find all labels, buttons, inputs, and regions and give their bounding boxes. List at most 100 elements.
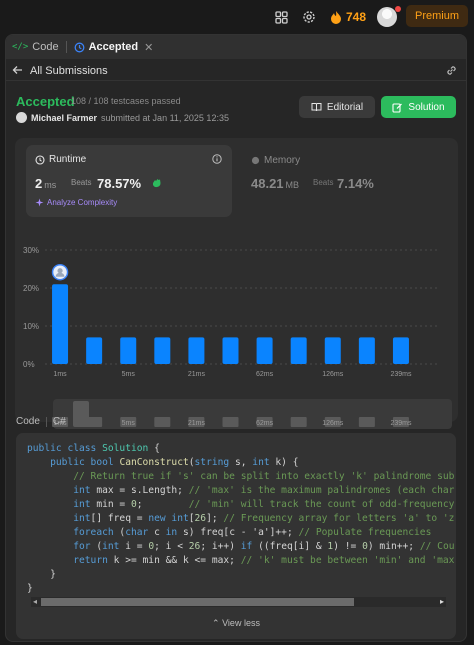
author-avatar — [16, 112, 27, 123]
chart-bar[interactable] — [324, 337, 341, 364]
code-language: C# — [52, 416, 66, 427]
code-line: int min = 0; // 'min' will track the cou… — [73, 499, 455, 510]
code-line: } — [27, 569, 56, 580]
runtime-title: Runtime — [35, 154, 86, 165]
status-accepted: Accepted — [16, 94, 75, 109]
memory-beats-label: Beats — [313, 178, 334, 187]
code-line: public bool CanConstruct(string s, int k… — [50, 457, 299, 468]
runtime-label: Runtime — [49, 154, 87, 165]
code-line: } — [27, 583, 33, 594]
code-line: // Return true if 's' can be split into … — [73, 471, 455, 482]
editorial-label: Editorial — [326, 101, 364, 113]
code-line: return k >= min && k <= max; // 'k' must… — [73, 555, 455, 566]
runtime-value: 2 — [35, 176, 43, 191]
premium-button[interactable]: Premium — [406, 5, 468, 27]
author-row: Michael Farmer submitted at Jan 11, 2025… — [16, 112, 229, 123]
range-tick-label: 62ms — [256, 420, 274, 427]
submission-panel: </> Code Accepted ✕ All Submissions Acce… — [5, 34, 467, 642]
memory-label: Memory — [264, 155, 301, 166]
tab-bar: </> Code Accepted ✕ — [6, 35, 466, 59]
runtime-beats-label: Beats — [71, 178, 92, 187]
code-line: public class Solution { — [27, 443, 160, 454]
y-tick-label: 30% — [23, 246, 39, 255]
code-line: foreach (char c in s) freq[c - 'a']++; /… — [73, 527, 432, 538]
submitted-time: submitted at Jan 11, 2025 12:35 — [101, 112, 229, 123]
code-header-divider — [45, 416, 47, 427]
y-tick-label: 10% — [23, 322, 39, 331]
info-icon[interactable] — [212, 153, 222, 167]
runtime-unit: ms — [44, 180, 57, 190]
mini-bar — [222, 417, 239, 427]
solution-button[interactable]: Solution — [381, 96, 456, 118]
memory-icon — [251, 156, 260, 165]
author-name[interactable]: Michael Farmer — [31, 113, 97, 123]
x-tick-label: 239ms — [390, 371, 412, 378]
gear-icon[interactable] — [300, 8, 318, 26]
tab-accepted[interactable]: Accepted — [74, 41, 138, 53]
back-arrow-icon[interactable] — [12, 64, 26, 78]
sub-header: All Submissions — [6, 61, 466, 81]
runtime-distribution-chart[interactable]: 0%10%20%30%1ms 5ms 21ms 62ms 126ms 239ms1ms 5m… — [15, 220, 458, 435]
scrollbar-thumb[interactable] — [41, 598, 354, 606]
x-tick-label: 1ms — [53, 371, 67, 378]
analyze-complexity-label: Analyze Complexity — [47, 198, 118, 207]
close-icon[interactable]: ✕ — [144, 41, 153, 54]
tab-code[interactable]: </> Code — [12, 41, 59, 53]
clock-icon — [35, 154, 45, 165]
link-icon[interactable] — [445, 64, 458, 80]
memory-value: 48.21 — [251, 176, 284, 191]
view-less-label: View less — [222, 618, 260, 628]
all-submissions-link[interactable]: All Submissions — [30, 65, 108, 77]
fire-icon — [331, 11, 341, 24]
clap-icon — [150, 177, 162, 192]
tab-code-label: Code — [32, 41, 59, 53]
chart-bar[interactable] — [256, 337, 273, 364]
sparkle-icon — [35, 198, 44, 207]
code-line: for (int i = 0; i < 26; i++) if ((freq[i… — [73, 541, 455, 552]
top-nav: 748 Premium — [0, 0, 474, 33]
memory-beats-value: 7.14% — [337, 176, 374, 191]
code-header: Code C# — [16, 416, 66, 427]
user-marker-head — [57, 268, 63, 274]
mini-bar — [154, 417, 171, 427]
mini-bar — [290, 417, 307, 427]
chevron-up-icon: ⌃ — [212, 618, 220, 628]
chart-bar[interactable] — [86, 337, 103, 364]
y-tick-label: 0% — [23, 360, 35, 369]
view-less-button[interactable]: ⌃ View less — [16, 618, 456, 629]
runtime-value-group: 2 ms — [35, 176, 56, 191]
chart-bar[interactable] — [222, 337, 239, 364]
chart-bar[interactable] — [52, 284, 69, 364]
memory-title[interactable]: Memory — [251, 155, 300, 166]
range-tick-label: 5ms — [122, 420, 136, 427]
memory-unit: MB — [285, 180, 300, 190]
horizontal-scrollbar[interactable]: ◂ ▸ — [31, 597, 446, 607]
editorial-button[interactable]: Editorial — [299, 96, 375, 118]
y-tick-label: 20% — [23, 284, 39, 293]
scroll-right-icon[interactable]: ▸ — [440, 597, 444, 606]
chart-bar[interactable] — [188, 337, 205, 364]
streak-counter[interactable]: 748 — [330, 8, 366, 26]
code-block[interactable]: public class Solution { public bool CanC… — [16, 433, 456, 639]
scroll-left-icon[interactable]: ◂ — [33, 597, 37, 606]
tab-divider — [65, 41, 67, 53]
x-tick-label: 62ms — [256, 371, 274, 378]
chart-bar[interactable] — [290, 337, 307, 364]
stats-card: Runtime 2 ms Beats 78.57% Analyze Complex… — [15, 138, 458, 429]
chart-bar[interactable] — [120, 337, 137, 364]
avatar[interactable] — [377, 7, 397, 27]
history-icon — [74, 42, 85, 52]
runtime-card[interactable]: Runtime 2 ms Beats 78.57% Analyze Complex… — [26, 145, 232, 217]
code-line: int[] freq = new int[26]; // Frequency a… — [73, 513, 455, 524]
chart-bar[interactable] — [358, 337, 375, 364]
code-text: public class Solution { public bool CanC… — [27, 442, 455, 596]
chart-bar[interactable] — [154, 337, 171, 364]
notification-dot — [395, 6, 401, 12]
chart-bar[interactable] — [392, 337, 409, 364]
range-tick-label: 21ms — [188, 420, 206, 427]
testcases-passed: 108 / 108 testcases passed — [71, 96, 181, 106]
analyze-complexity-link[interactable]: Analyze Complexity — [35, 198, 117, 207]
runtime-beats-value: 78.57% — [97, 176, 142, 191]
grid-icon[interactable] — [272, 8, 290, 26]
code-line: int max = s.Length; // 'max' is the maxi… — [73, 485, 455, 496]
